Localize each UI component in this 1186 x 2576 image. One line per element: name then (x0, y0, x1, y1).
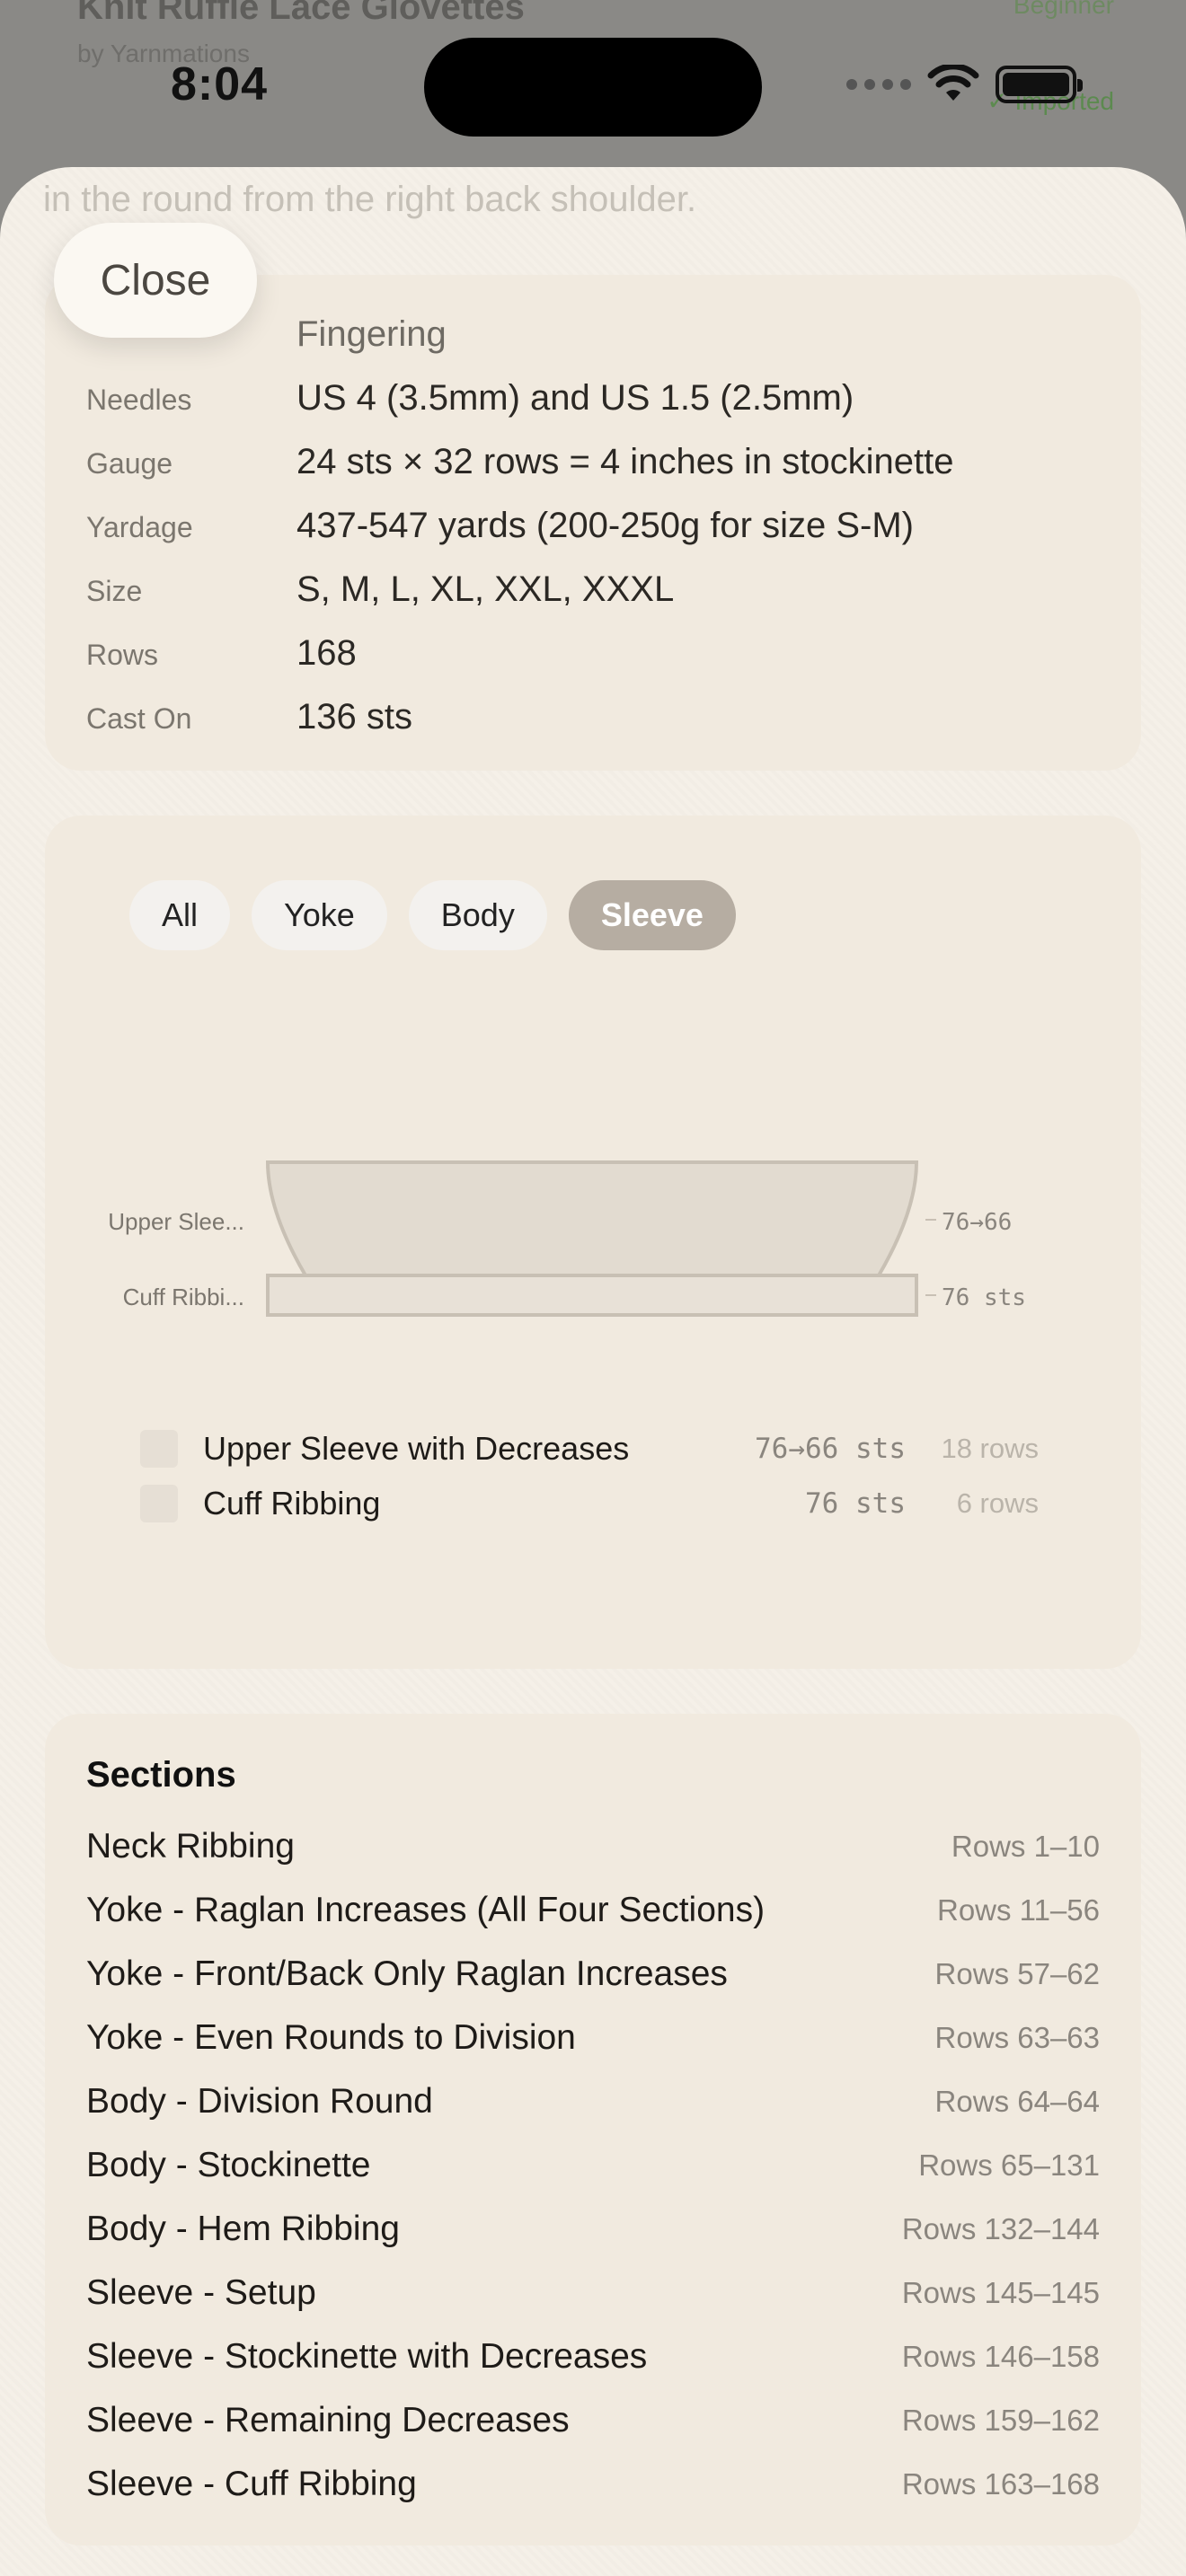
section-rows: Rows 65–131 (918, 2148, 1100, 2182)
cuff-ribbing-label: Cuff Ribbi... (123, 1284, 244, 1310)
cuff-ribbing-shape[interactable] (266, 1274, 918, 1317)
status-icons (846, 65, 1083, 104)
legend-stitches: 76 sts (805, 1487, 906, 1520)
upper-sleeve-stitch-label: 76→66 (942, 1209, 1012, 1236)
legend-item[interactable]: Cuff Ribbing 76 sts 6 rows (140, 1485, 1039, 1522)
filter-chip-all[interactable]: All (129, 880, 231, 950)
filter-chip-sleeve[interactable]: Sleeve (568, 880, 736, 950)
list-item[interactable]: Sleeve - Cuff Ribbing Rows 163–168 (86, 2452, 1100, 2516)
section-rows: Rows 57–62 (934, 1956, 1100, 1990)
detail-value: S, M, L, XL, XXL, XXXL (296, 569, 675, 609)
section-name: Sleeve - Cuff Ribbing (86, 2464, 417, 2503)
detail-row-yardage: Yardage 437-547 yards (200-250g for size… (86, 506, 914, 546)
battery-icon (996, 66, 1083, 103)
legend-swatch (140, 1430, 178, 1468)
legend-name: Cuff Ribbing (203, 1485, 381, 1522)
section-name: Yoke - Even Rounds to Division (86, 2017, 576, 2057)
detail-value: 437-547 yards (200-250g for size S-M) (296, 506, 914, 545)
section-rows: Rows 63–63 (934, 2020, 1100, 2054)
sections-title: Sections (86, 1755, 236, 1795)
list-item[interactable]: Sleeve - Stockinette with Decreases Rows… (86, 2325, 1100, 2388)
detail-value: 168 (296, 633, 357, 673)
cellular-signal-icon (846, 79, 911, 90)
list-item[interactable]: Yoke - Raglan Increases (All Four Sectio… (86, 1878, 1100, 1942)
detail-value: US 4 (3.5mm) and US 1.5 (2.5mm) (296, 378, 854, 418)
section-name: Sleeve - Stockinette with Decreases (86, 2336, 648, 2376)
section-rows: Rows 64–64 (934, 2084, 1100, 2118)
detail-row-needles: Needles US 4 (3.5mm) and US 1.5 (2.5mm) (86, 378, 854, 419)
detail-value: 24 sts × 32 rows = 4 inches in stockinet… (296, 442, 954, 481)
section-name: Yoke - Raglan Increases (All Four Sectio… (86, 1890, 766, 1929)
section-name: Body - Division Round (86, 2081, 433, 2121)
section-rows: Rows 132–144 (901, 2211, 1100, 2245)
detail-row-size: Size S, M, L, XL, XXL, XXXL (86, 569, 674, 610)
section-rows: Rows 159–162 (901, 2403, 1100, 2437)
filter-chip-body[interactable]: Body (408, 880, 547, 950)
section-rows: Rows 163–168 (901, 2466, 1100, 2501)
section-name: Body - Stockinette (86, 2145, 371, 2184)
close-button[interactable]: Close (54, 223, 257, 338)
list-item[interactable]: Neck Ribbing Rows 1–10 (86, 1814, 1100, 1878)
detail-row-cast-on: Cast On 136 sts (86, 697, 412, 737)
wifi-icon (927, 65, 979, 101)
detail-label: Cast On (86, 702, 192, 735)
detail-row-gauge: Gauge 24 sts × 32 rows = 4 inches in sto… (86, 442, 954, 482)
detail-label: Rows (86, 639, 159, 671)
status-time: 8:04 (171, 58, 269, 110)
legend-swatch (140, 1485, 178, 1522)
legend-name: Upper Sleeve with Decreases (203, 1430, 630, 1467)
detail-row-rows: Rows 168 (86, 633, 357, 674)
background-difficulty-badge: Beginner (1013, 0, 1114, 19)
section-name: Neck Ribbing (86, 1826, 295, 1866)
background-pattern-title: Knit Ruffle Lace Glovettes (77, 0, 525, 27)
detail-label: Size (86, 575, 143, 607)
detail-value: 136 sts (296, 697, 412, 737)
weight-value: Fingering (296, 314, 447, 354)
section-rows: Rows 146–158 (901, 2339, 1100, 2373)
pattern-details-sheet: in the round from the right back shoulde… (0, 167, 1186, 2576)
schematic-card: Upper Slee... 76→66 Cuff Ribbi... 76 sts… (45, 816, 1141, 1669)
detail-label: Gauge (86, 447, 173, 480)
section-rows: Rows 11–56 (936, 1892, 1100, 1927)
cuff-stitch-label: 76 sts (942, 1284, 1026, 1311)
list-item[interactable]: Yoke - Front/Back Only Raglan Increases … (86, 1942, 1100, 2006)
sections-card: Sections Neck Ribbing Rows 1–10 Yoke - R… (45, 1714, 1141, 2545)
section-name: Body - Hem Ribbing (86, 2209, 400, 2248)
list-item[interactable]: Body - Stockinette Rows 65–131 (86, 2133, 1100, 2197)
section-rows: Rows 1–10 (951, 1829, 1100, 1863)
pattern-details-card: Fingering Needles US 4 (3.5mm) and US 1.… (45, 275, 1141, 771)
detail-label: Yardage (86, 511, 193, 543)
legend-rows: 18 rows (941, 1433, 1039, 1464)
section-name: Yoke - Front/Back Only Raglan Increases (86, 1954, 728, 1993)
section-rows: Rows 145–145 (901, 2275, 1100, 2309)
section-filter-chips: All Yoke Body Sleeve (129, 880, 736, 950)
legend-stitches: 76→66 sts (755, 1433, 906, 1465)
upper-sleeve-label: Upper Slee... (108, 1208, 244, 1235)
detail-label: Needles (86, 384, 192, 416)
section-list: Neck Ribbing Rows 1–10 Yoke - Raglan Inc… (86, 1814, 1100, 2516)
dynamic-island (424, 38, 762, 137)
faded-description-text: in the round from the right back shoulde… (43, 180, 697, 219)
list-item[interactable]: Sleeve - Remaining Decreases Rows 159–16… (86, 2388, 1100, 2452)
filter-chip-yoke[interactable]: Yoke (252, 880, 387, 950)
list-item[interactable]: Body - Division Round Rows 64–64 (86, 2069, 1100, 2133)
list-item[interactable]: Sleeve - Setup Rows 145–145 (86, 2261, 1100, 2325)
legend-rows: 6 rows (956, 1487, 1039, 1519)
legend-item[interactable]: Upper Sleeve with Decreases 76→66 sts 18… (140, 1430, 1039, 1468)
section-name: Sleeve - Setup (86, 2272, 316, 2312)
section-name: Sleeve - Remaining Decreases (86, 2400, 570, 2439)
list-item[interactable]: Yoke - Even Rounds to Division Rows 63–6… (86, 2006, 1100, 2069)
list-item[interactable]: Body - Hem Ribbing Rows 132–144 (86, 2197, 1100, 2261)
upper-sleeve-shape[interactable] (265, 1160, 919, 1277)
